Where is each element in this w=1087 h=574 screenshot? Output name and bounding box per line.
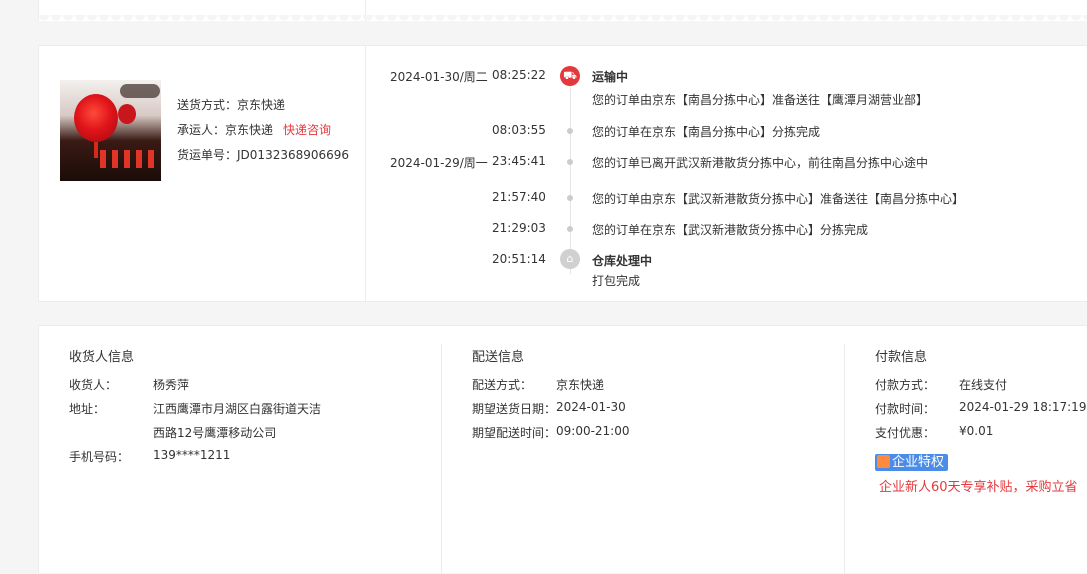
delivery-title: 配送信息 <box>472 350 525 365</box>
carrier-row: 承运人：京东快递 快递咨询 <box>177 118 349 143</box>
receiver-address-line2: 西路12号鹰潭移动公司 <box>153 426 277 440</box>
receiver-address-line1: 江西鹰潭市月湖区白露街道天洁 <box>153 402 322 416</box>
delivery-date: 2024-01-30 <box>556 400 626 414</box>
timeline-date: 2024-01-29/周一 <box>390 156 488 170</box>
payment-title: 付款信息 <box>875 350 928 365</box>
timeline-desc: 您的订单已离开武汉新港散货分拣中心，前往南昌分拣中心途中 <box>592 156 929 170</box>
payment-method-label: 付款方式： <box>875 378 936 392</box>
shipping-method-row: 送货方式：京东快递 <box>177 93 349 118</box>
payment-time-label: 付款时间： <box>875 402 936 416</box>
product-thumbnail[interactable] <box>60 80 161 181</box>
timeline-desc: 您的订单由京东【南昌分拣中心】准备送往【鹰潭月湖营业部】 <box>592 93 929 107</box>
carrier-label: 承运人： <box>177 123 226 137</box>
waybill-label: 货运单号： <box>177 148 238 162</box>
zigzag-edge <box>38 15 1087 27</box>
receiver-name: 杨秀萍 <box>153 378 190 392</box>
warehouse-icon: ⌂ <box>560 249 580 269</box>
delivery-section: 配送信息 配送方式： 京东快递 期望送货日期： 2024-01-30 期望配送时… <box>472 326 842 573</box>
timeline-time: 21:29:03 <box>492 221 546 235</box>
timeline-desc: 您的订单在京东【武汉新港散货分拣中心】分拣完成 <box>592 223 869 237</box>
enterprise-promo-link[interactable]: 企业新人60天专享补贴，采购立省 <box>879 476 1078 495</box>
receiver-section: 收货人信息 收货人： 杨秀萍 地址： 江西鹰潭市月湖区白露街道天洁 西路12号鹰… <box>69 326 439 573</box>
waybill-value: JD0132368906696 <box>237 148 350 162</box>
timeline-time: 08:03:55 <box>492 123 546 137</box>
payment-discount-label: 支付优惠： <box>875 426 936 440</box>
timeline-time: 08:25:22 <box>492 68 546 82</box>
shipment-summary: 送货方式：京东快递 承运人：京东快递 快递咨询 货运单号：JD0132368906… <box>39 46 366 301</box>
enterprise-badge-label: 企业特权 <box>892 455 945 470</box>
column-divider <box>844 344 845 574</box>
gift-icon <box>877 455 890 468</box>
shipping-method-label: 送货方式： <box>177 98 238 112</box>
timeline-desc: 您的订单由京东【武汉新港散货分拣中心】准备送往【南昌分拣中心】 <box>592 192 965 206</box>
receiver-phone-label: 手机号码： <box>69 450 130 464</box>
shipping-info: 送货方式：京东快递 承运人：京东快递 快递咨询 货运单号：JD0132368906… <box>177 93 349 168</box>
delivery-method-label: 配送方式： <box>472 378 533 392</box>
payment-method: 在线支付 <box>959 378 1008 392</box>
thumb-tassel <box>94 142 98 158</box>
receiver-title: 收货人信息 <box>69 350 135 365</box>
receiver-address-label: 地址： <box>69 402 106 416</box>
thumb-lantern <box>74 94 118 142</box>
timeline-dot <box>567 195 573 201</box>
delivery-method: 京东快递 <box>556 378 605 392</box>
tracking-panel: 送货方式：京东快递 承运人：京东快递 快递咨询 货运单号：JD0132368906… <box>38 45 1087 302</box>
thumb-branch <box>120 84 160 98</box>
payment-section: 付款信息 付款方式： 在线支付 付款时间： 2024-01-29 18:17:1… <box>875 326 1087 573</box>
truck-icon: ⛟ <box>560 66 580 86</box>
timeline-desc: 您的订单在京东【南昌分拣中心】分拣完成 <box>592 125 821 139</box>
timeline-dot <box>567 226 573 232</box>
timeline-time: 20:51:14 <box>492 252 546 266</box>
receiver-name-label: 收货人： <box>69 378 118 392</box>
timeline-line <box>570 84 571 274</box>
payment-discount: ¥0.01 <box>959 424 994 438</box>
thumb-lantern-small <box>118 104 136 124</box>
order-info-panel: 收货人信息 收货人： 杨秀萍 地址： 江西鹰潭市月湖区白露街道天洁 西路12号鹰… <box>38 325 1087 574</box>
timeline-status: 运输中 <box>592 70 629 84</box>
timeline-date: 2024-01-30/周二 <box>390 70 488 84</box>
payment-time: 2024-01-29 18:17:19 <box>959 400 1087 414</box>
timeline-status: 仓库处理中 <box>592 254 653 268</box>
shipping-method-value: 京东快递 <box>237 98 286 112</box>
delivery-date-label: 期望送货日期： <box>472 402 557 416</box>
delivery-time: 09:00-21:00 <box>556 424 630 438</box>
timeline-dot <box>567 128 573 134</box>
timeline-time: 21:57:40 <box>492 190 546 204</box>
express-consult-link[interactable]: 快递咨询 <box>283 123 331 137</box>
receiver-phone: 139****1211 <box>153 448 231 462</box>
timeline-desc: 打包完成 <box>592 274 641 288</box>
column-divider <box>441 344 442 574</box>
delivery-time-label: 期望配送时间： <box>472 426 557 440</box>
timeline-dot <box>567 159 573 165</box>
tracking-timeline: 2024-01-30/周二 08:25:22 ⛟ 运输中 您的订单由京东【南昌分… <box>365 46 1087 301</box>
thumb-lights <box>100 150 158 168</box>
timeline-time: 23:45:41 <box>492 154 546 168</box>
waybill-row: 货运单号：JD0132368906696 <box>177 143 349 168</box>
enterprise-privilege-badge[interactable]: 企业特权 <box>875 454 949 471</box>
carrier-value: 京东快递 <box>225 123 274 137</box>
